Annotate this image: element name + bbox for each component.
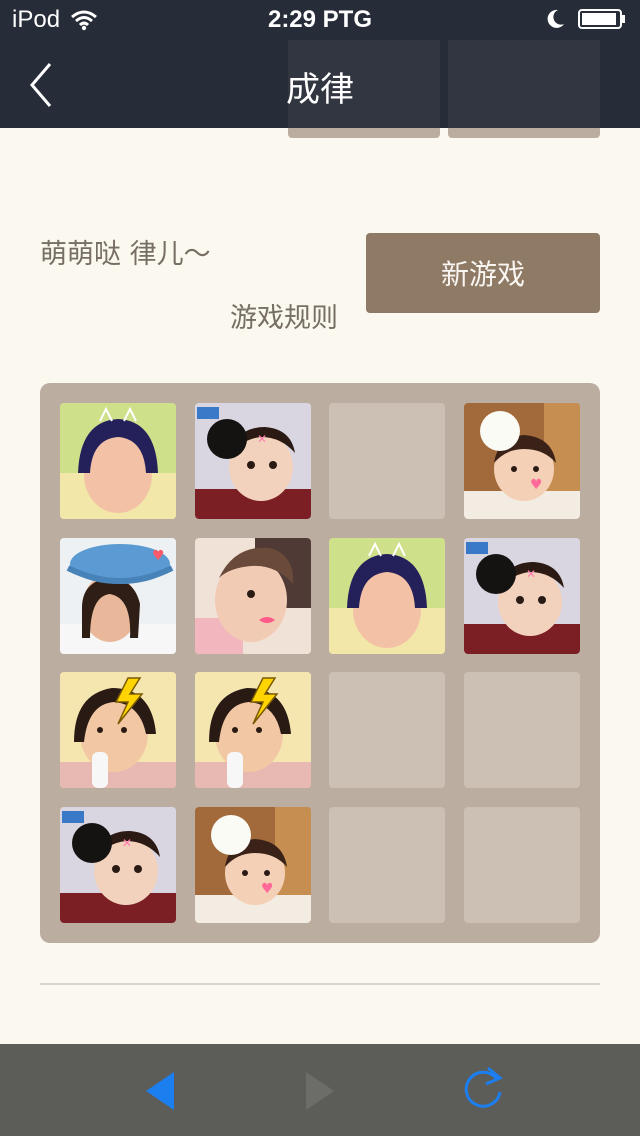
back-arrow-button[interactable] [140, 1064, 194, 1118]
refresh-button[interactable] [458, 1064, 512, 1118]
battery-icon [578, 9, 625, 29]
divider [40, 983, 600, 985]
empty-cell [329, 806, 445, 923]
forward-arrow-button[interactable] [298, 1064, 352, 1118]
svg-text:♥: ♥ [261, 881, 274, 897]
svg-text:♥: ♥ [530, 477, 543, 493]
tile-girl-blue-hat: ♥ [60, 537, 176, 654]
tile-photo: ♥ [194, 806, 311, 923]
tile-photo [60, 672, 176, 788]
game-board[interactable]: ✕ ♥ ♥ ✕ ✕ ♥ [40, 383, 600, 943]
svg-text:♥: ♥ [152, 548, 165, 564]
tile-baby-black-bow: ✕ [194, 403, 311, 519]
tile-girl-lightning-bottle [194, 672, 311, 788]
tile-photo: ✕ [60, 806, 176, 923]
intro-tagline: 萌萌哒 律儿～ [40, 239, 211, 270]
svg-text:✕: ✕ [122, 836, 132, 850]
tile-baby-black-bow: ✕ [463, 537, 580, 654]
tile-photo [194, 672, 311, 788]
svg-text:✕: ✕ [257, 432, 267, 446]
game-rules-link[interactable]: 游戏规则 [230, 296, 338, 335]
tile-girl-cat-ears [60, 403, 176, 519]
new-game-button[interactable]: 新游戏 [366, 233, 600, 313]
refresh-icon [464, 1066, 503, 1108]
back-arrow-icon [146, 1072, 174, 1110]
navigation-bar: iPod 2:29 PTG 成律 [0, 0, 640, 128]
empty-cell [463, 672, 580, 788]
best-score-box [448, 128, 600, 138]
status-indicators [544, 8, 628, 30]
empty-cell [463, 806, 580, 923]
svg-text:✕: ✕ [526, 567, 536, 581]
tile-photo: ♥ [463, 403, 580, 519]
tile-baby-black-bow: ✕ [60, 806, 176, 923]
tile-photo: ✕ [463, 537, 580, 654]
browser-toolbar [0, 1044, 640, 1136]
tile-toddler-kiss [194, 537, 311, 654]
page-title: 成律 [286, 70, 354, 110]
tile-baby-white-flower: ♥ [194, 806, 311, 923]
forward-arrow-icon [306, 1072, 334, 1110]
tile-baby-white-flower: ♥ [463, 403, 580, 519]
score-box [288, 128, 440, 138]
tile-girl-lightning-bottle [60, 672, 176, 788]
tile-photo [329, 537, 445, 654]
moon-icon [547, 9, 564, 28]
empty-cell [329, 403, 445, 519]
tile-photo: ✕ [194, 403, 311, 519]
empty-cell [329, 672, 445, 788]
tile-photo [194, 537, 311, 654]
tile-girl-cat-ears [329, 537, 445, 654]
tile-photo: ♥ [60, 537, 176, 654]
tile-photo [60, 403, 176, 519]
